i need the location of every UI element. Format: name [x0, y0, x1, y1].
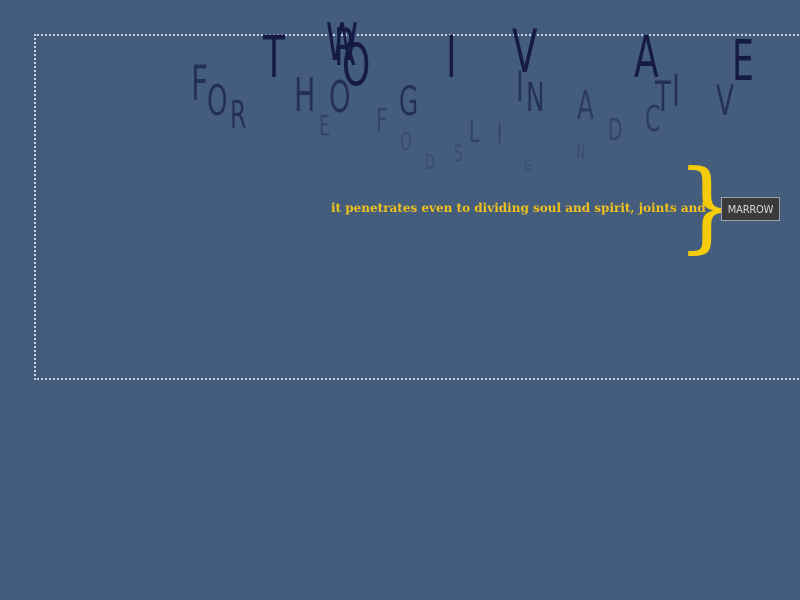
scattered-letter: G [524, 156, 532, 175]
scattered-letter: I [516, 62, 524, 111]
scattered-letter: N [576, 140, 586, 164]
scattered-letter: F [376, 101, 388, 139]
scattered-letter: T [263, 23, 285, 91]
scattered-letter: E [732, 29, 754, 94]
scattered-letter: I [672, 66, 681, 117]
scattered-letter: D [425, 150, 435, 174]
scattered-letter: A [577, 83, 594, 129]
scattered-letter: L [469, 115, 480, 150]
scattered-letter: I [497, 117, 503, 150]
scattered-letter: V [716, 76, 734, 125]
marrow-button[interactable]: MARROW [721, 197, 780, 221]
scattered-letter: O [400, 128, 412, 156]
scattered-letter: H [294, 68, 316, 122]
scattered-letter: R [230, 93, 247, 137]
scattered-letter: C [645, 99, 661, 140]
scattered-letter: N [526, 75, 545, 121]
scattered-letter: G [399, 79, 419, 125]
scattered-letters: TWRIVAEFORHOOGINATIVCEFLIDOSDNG [0, 0, 800, 600]
scattered-letter: E [319, 109, 330, 142]
scattered-letter: I [446, 23, 457, 91]
scattered-letter: S [454, 142, 463, 167]
verse-text: it penetrates even to dividing soul and … [331, 201, 706, 215]
scattered-letter: F [191, 56, 209, 112]
scattered-letter: O [207, 76, 228, 125]
scattered-letter: D [608, 113, 623, 148]
scattered-letter: O [342, 31, 371, 99]
